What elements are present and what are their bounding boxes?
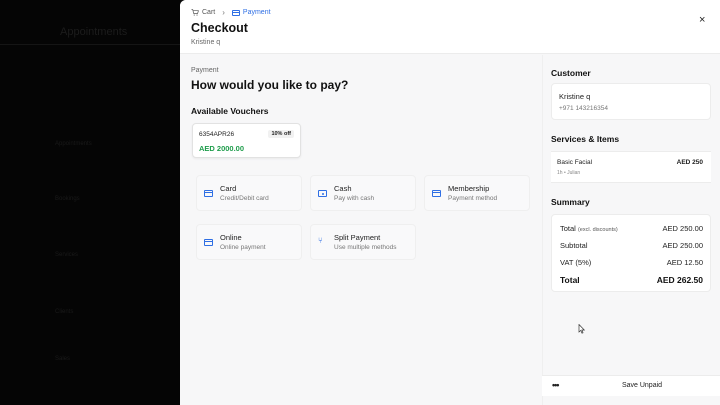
background-title: Appointments (60, 26, 128, 38)
voucher-card[interactable]: 6354APR26 10% off AED 2000.00 (192, 123, 301, 158)
membership-card-icon (432, 190, 441, 197)
online-payment-icon (204, 239, 213, 246)
background-divider (0, 44, 180, 45)
header-customer-name: Kristine q (191, 39, 221, 46)
summary-label: Subtotal (560, 241, 588, 250)
payment-method-name: Card (220, 184, 237, 193)
background-item: Appointments (55, 141, 92, 147)
summary-label: Total (excl. discounts) (560, 224, 618, 233)
voucher-discount-badge: 10% off (268, 130, 294, 138)
payment-method-membership[interactable]: Membership Payment method (424, 175, 530, 211)
customer-heading: Customer (551, 68, 591, 78)
summary-total-excl-label: Total (560, 224, 576, 233)
service-name: Basic Facial (557, 159, 593, 166)
summary-label: VAT (5%) (560, 258, 592, 267)
background-item: Sales (55, 356, 71, 362)
summary-value: AED 250.00 (662, 224, 703, 233)
page-title: Checkout (191, 21, 248, 35)
payment-method-description: Use multiple methods (334, 244, 397, 251)
summary-card: Total (excl. discounts) AED 250.00 Subto… (551, 214, 711, 292)
payment-method-name: Membership (448, 184, 490, 193)
service-item[interactable]: Basic Facial 1h • Julian AED 250 (551, 151, 711, 183)
close-button[interactable]: × (699, 14, 705, 26)
customer-name: Kristine q (559, 92, 591, 101)
service-price: AED 250 (676, 159, 703, 166)
summary-note: (excl. discounts) (577, 227, 618, 233)
cart-icon (191, 9, 199, 16)
customer-phone: +971 143216354 (559, 105, 608, 112)
summary-value: AED 250.00 (662, 241, 703, 250)
payment-method-card[interactable]: Card Credit/Debit card (196, 175, 302, 211)
breadcrumb-payment[interactable]: Payment (231, 9, 271, 16)
voucher-amount: AED 2000.00 (199, 144, 245, 153)
payment-section-label: Payment (191, 67, 219, 74)
background-item: Services (55, 252, 79, 258)
payment-method-online[interactable]: Online Online payment (196, 224, 302, 260)
drawer-header: Cart › Payment Checkout Kristine q × (180, 0, 720, 54)
breadcrumb-cart[interactable]: Cart (191, 9, 215, 16)
summary-row-total-excl: Total (excl. discounts) AED 250.00 (560, 224, 703, 233)
summary-row-total: Total AED 262.50 (560, 275, 703, 285)
summary-label: Total (560, 275, 580, 285)
credit-card-icon (204, 190, 213, 197)
chevron-right-icon: › (222, 8, 225, 17)
background-item: Clients (55, 309, 74, 315)
payment-method-cash[interactable]: Cash Pay with cash (310, 175, 416, 211)
customer-card[interactable]: Kristine q +971 143216354 (551, 83, 711, 120)
summary-value: AED 12.50 (666, 258, 703, 267)
summary-value: AED 262.50 (656, 275, 703, 285)
background-item: Bookings (55, 196, 80, 202)
payment-method-description: Online payment (220, 244, 266, 251)
breadcrumb: Cart › Payment (191, 8, 271, 17)
column-divider (542, 55, 543, 405)
payment-question: How would you like to pay? (191, 78, 349, 92)
save-unpaid-button[interactable]: Save Unpaid (572, 378, 712, 394)
drawer-footer: ••• Save Unpaid (542, 375, 720, 396)
payment-method-description: Pay with cash (334, 195, 375, 202)
summary-row-vat: VAT (5%) AED 12.50 (560, 258, 703, 267)
cash-icon (318, 190, 327, 197)
mouse-cursor-icon (578, 324, 586, 334)
payment-method-description: Credit/Debit card (220, 195, 269, 202)
services-heading: Services & Items (551, 134, 620, 144)
breadcrumb-cart-label: Cart (202, 9, 216, 16)
payment-method-split[interactable]: ⑂ Split Payment Use multiple methods (310, 224, 416, 260)
voucher-code: 6354APR26 (199, 131, 235, 138)
payment-method-description: Payment method (448, 195, 498, 202)
payment-method-name: Split Payment (334, 233, 381, 242)
credit-card-icon (231, 9, 240, 16)
summary-heading: Summary (551, 197, 590, 207)
breadcrumb-payment-label: Payment (242, 9, 271, 16)
service-meta: 1h • Julian (557, 170, 581, 176)
summary-row-subtotal: Subtotal AED 250.00 (560, 241, 703, 250)
payment-method-name: Online (220, 233, 242, 242)
vouchers-heading: Available Vouchers (191, 106, 269, 116)
payment-method-name: Cash (334, 184, 352, 193)
split-icon: ⑂ (318, 236, 323, 245)
checkout-drawer: Cart › Payment Checkout Kristine q × Pay… (180, 0, 720, 405)
more-options-button[interactable]: ••• (552, 380, 560, 390)
background-app: Appointments Appointments Bookings Servi… (0, 0, 180, 405)
